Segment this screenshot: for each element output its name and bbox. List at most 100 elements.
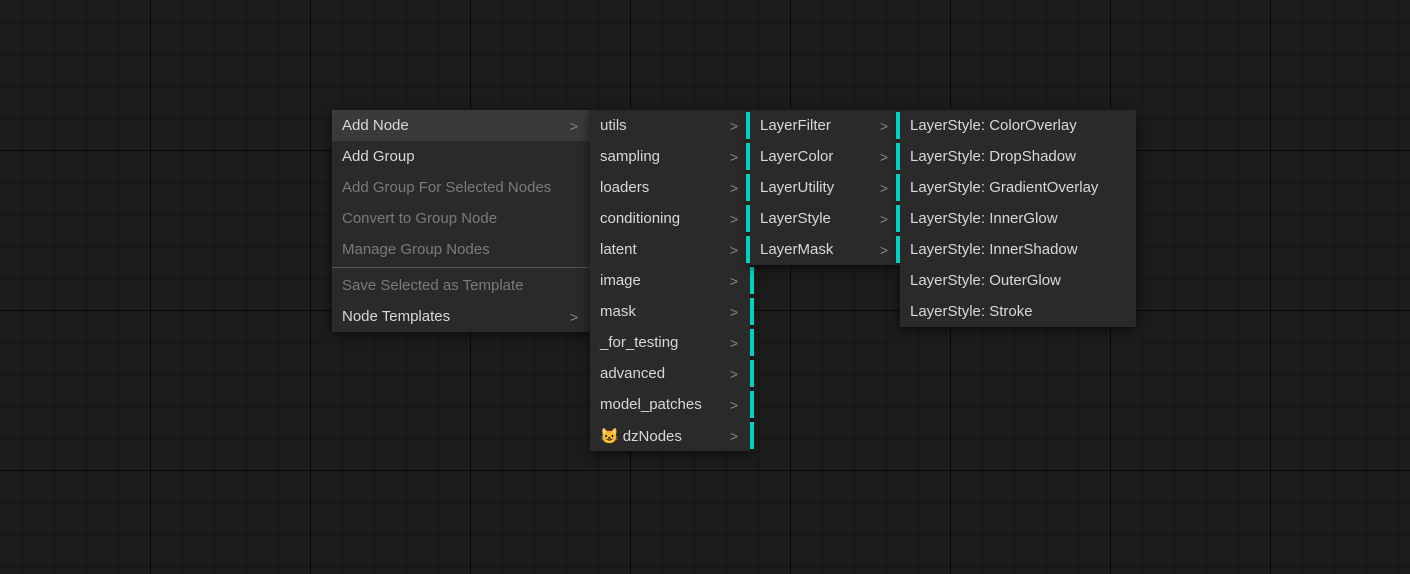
submenu-layerstyle: LayerStyle: ColorOverlay LayerStyle: Dro… (900, 110, 1136, 327)
chevron-right-icon: > (570, 119, 578, 133)
menu-item-latent[interactable]: latent > (590, 234, 750, 265)
menu-item-loaders[interactable]: loaders > (590, 172, 750, 203)
menu-item-add-node[interactable]: Add Node > (332, 110, 590, 141)
chevron-right-icon: > (880, 150, 888, 164)
accent-bar (896, 205, 900, 232)
menu-item-layerstyle-outerglow[interactable]: LayerStyle: OuterGlow (900, 265, 1136, 296)
accent-bar (750, 329, 754, 356)
chevron-right-icon: > (570, 310, 578, 324)
chevron-right-icon: > (730, 212, 738, 226)
accent-bar (750, 391, 754, 418)
menu-item-layerstyle[interactable]: LayerStyle > (750, 203, 900, 234)
menu-item-label: loaders (600, 179, 649, 196)
menu-item-label: Node Templates (342, 308, 450, 325)
cat-icon: 😺 (600, 428, 619, 445)
chevron-right-icon: > (730, 274, 738, 288)
accent-bar (746, 174, 750, 201)
menu-item-sampling[interactable]: sampling > (590, 141, 750, 172)
chevron-right-icon: > (730, 243, 738, 257)
menu-item-layerstyle-innershadow[interactable]: LayerStyle: InnerShadow (900, 234, 1136, 265)
menu-item-label: Save Selected as Template (342, 277, 524, 294)
menu-item-label: LayerStyle: InnerShadow (910, 241, 1078, 258)
accent-bar (750, 422, 754, 449)
chevron-right-icon: > (880, 119, 888, 133)
menu-item-for-testing[interactable]: _for_testing > (590, 327, 750, 358)
menu-item-layerstyle-dropshadow[interactable]: LayerStyle: DropShadow (900, 141, 1136, 172)
chevron-right-icon: > (730, 181, 738, 195)
menu-item-label: _for_testing (600, 334, 678, 351)
menu-item-label: 😺dzNodes (600, 427, 682, 445)
menu-item-label: sampling (600, 148, 660, 165)
menu-item-utils[interactable]: utils > (590, 110, 750, 141)
chevron-right-icon: > (730, 429, 738, 443)
menu-item-label: Add Group For Selected Nodes (342, 179, 551, 196)
menu-item-layerfilter[interactable]: LayerFilter > (750, 110, 900, 141)
accent-bar (896, 143, 900, 170)
menu-item-label: utils (600, 117, 627, 134)
accent-bar (896, 112, 900, 139)
menu-item-layerstyle-coloroverlay[interactable]: LayerStyle: ColorOverlay (900, 110, 1136, 141)
menu-item-label: LayerMask (760, 241, 833, 258)
menu-item-layermask[interactable]: LayerMask > (750, 234, 900, 265)
menu-item-label: latent (600, 241, 637, 258)
menu-item-layerstyle-gradientoverlay[interactable]: LayerStyle: GradientOverlay (900, 172, 1136, 203)
chevron-right-icon: > (880, 243, 888, 257)
menu-item-label: Manage Group Nodes (342, 241, 490, 258)
menu-item-label: LayerStyle: DropShadow (910, 148, 1076, 165)
chevron-right-icon: > (730, 150, 738, 164)
accent-bar (750, 360, 754, 387)
menu-item-label: LayerStyle: InnerGlow (910, 210, 1058, 227)
menu-item-label: LayerUtility (760, 179, 834, 196)
accent-bar (746, 236, 750, 263)
menu-separator (332, 267, 590, 268)
accent-bar (896, 174, 900, 201)
menu-item-label: Add Node (342, 117, 409, 134)
submenu-node-categories: utils > sampling > loaders > conditionin… (590, 110, 750, 451)
menu-item-label: LayerFilter (760, 117, 831, 134)
chevron-right-icon: > (880, 212, 888, 226)
menu-item-save-selected-as-template[interactable]: Save Selected as Template (332, 270, 590, 301)
menu-item-add-group-for-selected[interactable]: Add Group For Selected Nodes (332, 172, 590, 203)
menu-item-layerstyle-stroke[interactable]: LayerStyle: Stroke (900, 296, 1136, 327)
menu-item-label: LayerStyle (760, 210, 831, 227)
menu-item-label: LayerStyle: ColorOverlay (910, 117, 1077, 134)
accent-bar (750, 298, 754, 325)
menu-item-label: mask (600, 303, 636, 320)
accent-bar (750, 267, 754, 294)
menu-item-layercolor[interactable]: LayerColor > (750, 141, 900, 172)
submenu-layer-categories: LayerFilter > LayerColor > LayerUtility … (750, 110, 900, 265)
menu-item-dznodes[interactable]: 😺dzNodes > (590, 420, 750, 451)
menu-item-layerutility[interactable]: LayerUtility > (750, 172, 900, 203)
menu-item-add-group[interactable]: Add Group (332, 141, 590, 172)
menu-item-node-templates[interactable]: Node Templates > (332, 301, 590, 332)
accent-bar (746, 205, 750, 232)
accent-bar (746, 112, 750, 139)
menu-item-advanced[interactable]: advanced > (590, 358, 750, 389)
menu-item-conditioning[interactable]: conditioning > (590, 203, 750, 234)
chevron-right-icon: > (730, 336, 738, 350)
menu-item-image[interactable]: image > (590, 265, 750, 296)
menu-item-model-patches[interactable]: model_patches > (590, 389, 750, 420)
menu-item-label: LayerStyle: Stroke (910, 303, 1033, 320)
menu-item-label: Convert to Group Node (342, 210, 497, 227)
menu-item-layerstyle-innerglow[interactable]: LayerStyle: InnerGlow (900, 203, 1136, 234)
accent-bar (896, 236, 900, 263)
menu-item-label: conditioning (600, 210, 680, 227)
chevron-right-icon: > (880, 181, 888, 195)
menu-item-label: LayerStyle: GradientOverlay (910, 179, 1098, 196)
accent-bar (746, 143, 750, 170)
menu-item-manage-group-nodes[interactable]: Manage Group Nodes (332, 234, 590, 265)
chevron-right-icon: > (730, 367, 738, 381)
menu-item-label: image (600, 272, 641, 289)
chevron-right-icon: > (730, 398, 738, 412)
chevron-right-icon: > (730, 119, 738, 133)
menu-item-label: model_patches (600, 396, 702, 413)
menu-item-label: Add Group (342, 148, 415, 165)
menu-item-mask[interactable]: mask > (590, 296, 750, 327)
menu-item-label: LayerStyle: OuterGlow (910, 272, 1061, 289)
menu-item-label: LayerColor (760, 148, 833, 165)
context-menu-root: Add Node > Add Group Add Group For Selec… (332, 110, 590, 332)
menu-item-convert-to-group-node[interactable]: Convert to Group Node (332, 203, 590, 234)
menu-item-label: advanced (600, 365, 665, 382)
chevron-right-icon: > (730, 305, 738, 319)
